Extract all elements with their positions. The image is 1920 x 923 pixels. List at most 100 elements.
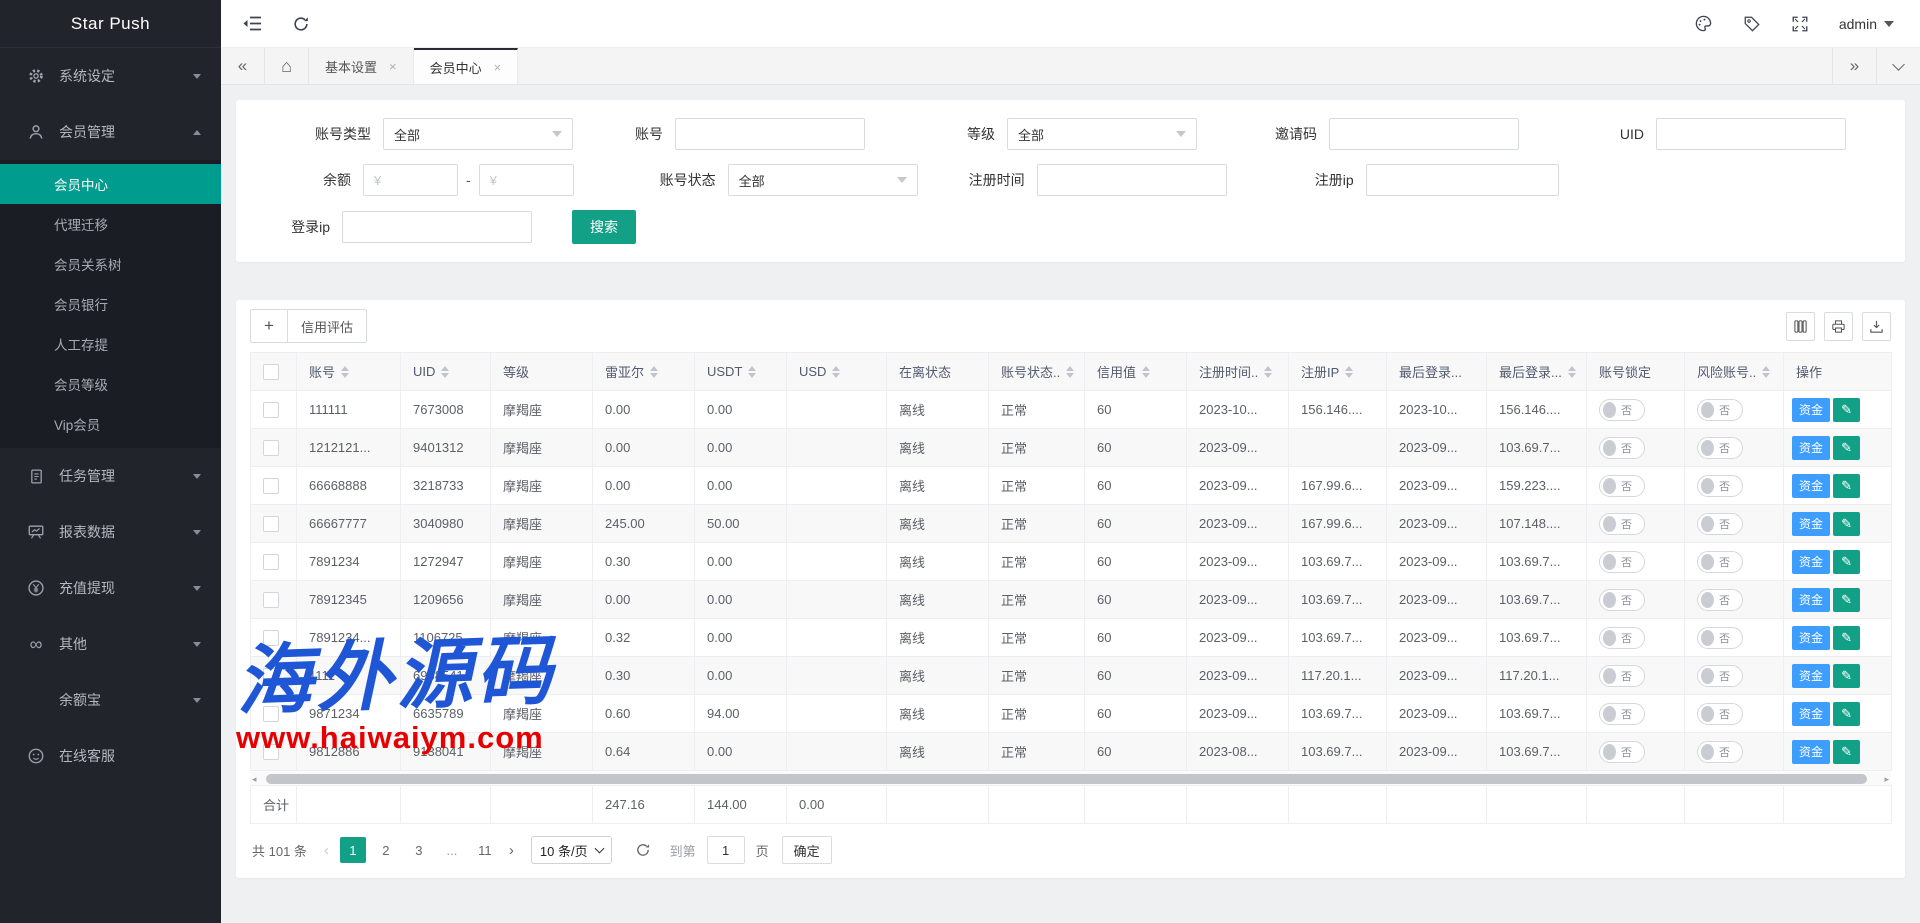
page-button-2[interactable]: 2 (373, 837, 399, 863)
tabs-scroll-left[interactable]: « (221, 48, 265, 84)
user-menu[interactable]: admin (1839, 16, 1894, 32)
col-header-brl[interactable]: 雷亚尔 (593, 353, 695, 391)
search-button[interactable]: 搜索 (572, 210, 636, 244)
locked-toggle[interactable]: 否 (1599, 551, 1645, 573)
per-page-select[interactable]: 10 条/页 (531, 836, 612, 864)
theme-palette-icon[interactable] (1694, 14, 1713, 33)
row-checkbox[interactable] (263, 668, 279, 684)
account-status-select[interactable]: 全部 (728, 164, 918, 196)
confirm-button[interactable]: 确定 (782, 836, 832, 864)
edit-button[interactable]: ✎ (1833, 512, 1860, 536)
edit-button[interactable]: ✎ (1833, 474, 1860, 498)
row-checkbox[interactable] (263, 440, 279, 456)
row-checkbox[interactable] (263, 402, 279, 418)
scroll-right-arrow[interactable]: ▸ (1884, 774, 1889, 784)
next-page-button[interactable]: › (505, 842, 518, 859)
login-ip-input[interactable] (342, 211, 532, 243)
col-header-usdt[interactable]: USDT (695, 353, 787, 391)
col-header-reg_time[interactable]: 注册时间.. (1187, 353, 1289, 391)
locked-toggle[interactable]: 否 (1599, 627, 1645, 649)
sidebar-item-task-management[interactable]: 任务管理 (0, 448, 221, 504)
tab-basic-settings[interactable]: 基本设置 × (309, 48, 414, 84)
sort-carets-icon[interactable] (1345, 366, 1353, 378)
refresh-icon[interactable] (292, 15, 310, 33)
sidebar-item-online-service[interactable]: 在线客服 (0, 728, 221, 784)
risk-toggle[interactable]: 否 (1697, 551, 1743, 573)
risk-toggle[interactable]: 否 (1697, 513, 1743, 535)
row-checkbox[interactable] (263, 592, 279, 608)
sidebar-item-member-bank[interactable]: 会员银行 (0, 284, 221, 324)
edit-button[interactable]: ✎ (1833, 626, 1860, 650)
edit-button[interactable]: ✎ (1833, 740, 1860, 764)
edit-button[interactable]: ✎ (1833, 436, 1860, 460)
risk-toggle[interactable]: 否 (1697, 399, 1743, 421)
funds-button[interactable]: 资金 (1792, 588, 1830, 612)
sidebar-item-yuebao[interactable]: 余额宝 (0, 672, 221, 728)
sort-carets-icon[interactable] (341, 366, 349, 378)
tag-icon[interactable] (1743, 15, 1761, 33)
tab-member-center[interactable]: 会员中心 × (414, 48, 519, 84)
funds-button[interactable]: 资金 (1792, 474, 1830, 498)
sort-carets-icon[interactable] (748, 366, 756, 378)
fullscreen-icon[interactable] (1791, 15, 1809, 33)
risk-toggle[interactable]: 否 (1697, 589, 1743, 611)
tabs-menu-chevron[interactable] (1876, 48, 1920, 84)
locked-toggle[interactable]: 否 (1599, 589, 1645, 611)
locked-toggle[interactable]: 否 (1599, 741, 1645, 763)
risk-toggle[interactable]: 否 (1697, 741, 1743, 763)
sidebar-item-recharge-withdraw[interactable]: 充值提现 (0, 560, 221, 616)
uid-input[interactable] (1656, 118, 1846, 150)
sort-carets-icon[interactable] (832, 366, 840, 378)
edit-button[interactable]: ✎ (1833, 588, 1860, 612)
funds-button[interactable]: 资金 (1792, 626, 1830, 650)
edit-button[interactable]: ✎ (1833, 702, 1860, 726)
col-header-account[interactable]: 账号 (297, 353, 401, 391)
col-header-account_status[interactable]: 账号状态.. (989, 353, 1085, 391)
col-header-uid[interactable]: UID (401, 353, 491, 391)
sort-carets-icon[interactable] (441, 366, 449, 378)
add-button[interactable]: + (250, 309, 288, 343)
risk-toggle[interactable]: 否 (1697, 703, 1743, 725)
reg-time-input[interactable] (1037, 164, 1227, 196)
sort-carets-icon[interactable] (1568, 366, 1576, 378)
invite-code-input[interactable] (1329, 118, 1519, 150)
sidebar-item-member-relation-tree[interactable]: 会员关系树 (0, 244, 221, 284)
funds-button[interactable]: 资金 (1792, 740, 1830, 764)
col-header-reg_ip[interactable]: 注册IP (1289, 353, 1387, 391)
select-all-checkbox[interactable] (263, 364, 279, 380)
locked-toggle[interactable]: 否 (1599, 475, 1645, 497)
scroll-left-arrow[interactable]: ◂ (252, 774, 257, 784)
risk-toggle[interactable]: 否 (1697, 665, 1743, 687)
sidebar-item-system-settings[interactable]: 系统设定 (0, 48, 221, 104)
balance-min-input[interactable] (363, 164, 458, 196)
row-checkbox[interactable] (263, 478, 279, 494)
col-header-risk[interactable]: 风险账号.. (1685, 353, 1784, 391)
row-checkbox[interactable] (263, 744, 279, 760)
funds-button[interactable]: 资金 (1792, 398, 1830, 422)
sidebar-item-member-level[interactable]: 会员等级 (0, 364, 221, 404)
sort-carets-icon[interactable] (1762, 366, 1770, 378)
sort-carets-icon[interactable] (1264, 366, 1272, 378)
page-button-11[interactable]: 11 (472, 837, 498, 863)
row-checkbox[interactable] (263, 554, 279, 570)
funds-button[interactable]: 资金 (1792, 664, 1830, 688)
print-icon[interactable] (1824, 312, 1853, 341)
locked-toggle[interactable]: 否 (1599, 399, 1645, 421)
export-icon[interactable] (1862, 312, 1891, 341)
edit-button[interactable]: ✎ (1833, 550, 1860, 574)
sidebar-item-manual-deposit-withdraw[interactable]: 人工存提 (0, 324, 221, 364)
sidebar-item-other[interactable]: ∞其他 (0, 616, 221, 672)
funds-button[interactable]: 资金 (1792, 436, 1830, 460)
close-tab-icon[interactable]: × (494, 60, 502, 75)
page-button-3[interactable]: 3 (406, 837, 432, 863)
locked-toggle[interactable]: 否 (1599, 703, 1645, 725)
columns-filter-icon[interactable] (1786, 312, 1815, 341)
funds-button[interactable]: 资金 (1792, 550, 1830, 574)
risk-toggle[interactable]: 否 (1697, 627, 1743, 649)
row-checkbox[interactable] (263, 630, 279, 646)
locked-toggle[interactable]: 否 (1599, 437, 1645, 459)
goto-page-input[interactable] (707, 836, 745, 864)
sidebar-item-agent-migration[interactable]: 代理迁移 (0, 204, 221, 244)
sidebar-item-member-management[interactable]: 会员管理 (0, 104, 221, 160)
balance-max-input[interactable] (479, 164, 574, 196)
